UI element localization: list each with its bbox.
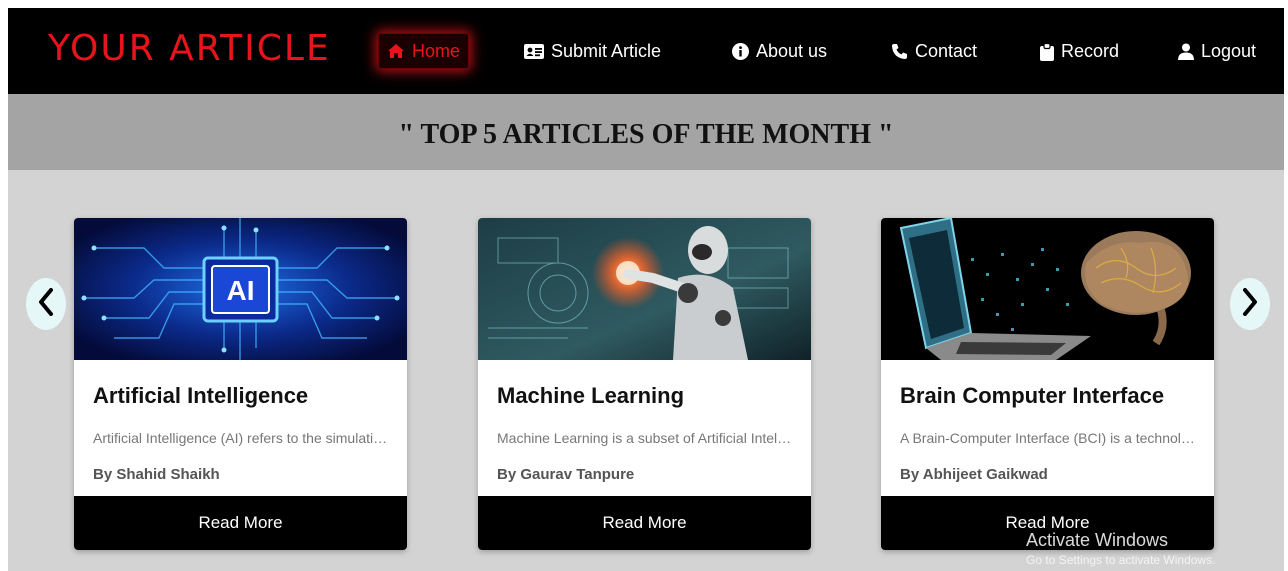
read-more-button[interactable]: Read More (478, 496, 811, 550)
brand-logo[interactable]: YOUR ARTICLE (48, 28, 331, 69)
article-card: AI Artificial Intelligence Artificial In… (74, 218, 407, 550)
card-description: Artificial Intelligence (AI) refers to t… (93, 430, 388, 446)
clipboard-icon (1040, 42, 1054, 61)
user-icon (1178, 43, 1194, 60)
phone-icon (891, 43, 908, 60)
card-author: By Gaurav Tanpure (497, 466, 635, 483)
card-title: Artificial Intelligence (93, 383, 309, 408)
id-card-icon (524, 44, 544, 59)
home-icon (387, 43, 405, 59)
card-description: Machine Learning is a subset of Artifici… (497, 430, 792, 446)
nav-logout-label: Logout (1201, 41, 1257, 61)
ai-chip-image: AI (74, 218, 407, 360)
navbar: YOUR ARTICLE Home Submit Article About u… (8, 8, 1284, 94)
nav-record-link[interactable]: Record (1040, 41, 1119, 62)
chevron-left-icon (37, 287, 55, 321)
svg-text:AI: AI (227, 275, 255, 306)
article-card: Machine Learning Machine Learning is a s… (478, 218, 811, 550)
nav-submit-article-label: Submit Article (551, 41, 662, 61)
nav-about-us-label: About us (756, 41, 828, 61)
carousel-prev-button[interactable] (26, 278, 66, 330)
nav-home-link[interactable]: Home (378, 33, 470, 69)
nav-home-label: Home (412, 40, 461, 61)
nav-contact-link[interactable]: Contact (891, 41, 977, 62)
info-circle-icon (732, 43, 749, 60)
read-more-button[interactable]: Read More (881, 496, 1214, 550)
card-title: Machine Learning (497, 383, 685, 408)
robot-touchscreen-image (478, 218, 811, 360)
nav-record-label: Record (1061, 41, 1120, 61)
nav-contact-label: Contact (915, 41, 978, 61)
carousel-next-button[interactable] (1230, 278, 1270, 330)
nav-about-us-link[interactable]: About us (732, 41, 827, 62)
chevron-right-icon (1241, 287, 1259, 321)
nav-submit-article-link[interactable]: Submit Article (524, 41, 661, 62)
card-author: By Abhijeet Gaikwad (900, 466, 1048, 483)
card-author: By Shahid Shaikh (93, 466, 220, 483)
card-description: A Brain-Computer Interface (BCI) is a te… (900, 430, 1195, 446)
laptop-brain-image (881, 218, 1214, 360)
title-band: " TOP 5 ARTICLES OF THE MONTH " (8, 94, 1284, 170)
card-title: Brain Computer Interface (900, 383, 1165, 408)
article-card: Brain Computer Interface A Brain-Compute… (881, 218, 1214, 550)
page-frame: YOUR ARTICLE Home Submit Article About u… (8, 8, 1284, 571)
page-title: " TOP 5 ARTICLES OF THE MONTH " (398, 119, 894, 150)
nav-logout-link[interactable]: Logout (1178, 41, 1256, 62)
read-more-button[interactable]: Read More (74, 496, 407, 550)
